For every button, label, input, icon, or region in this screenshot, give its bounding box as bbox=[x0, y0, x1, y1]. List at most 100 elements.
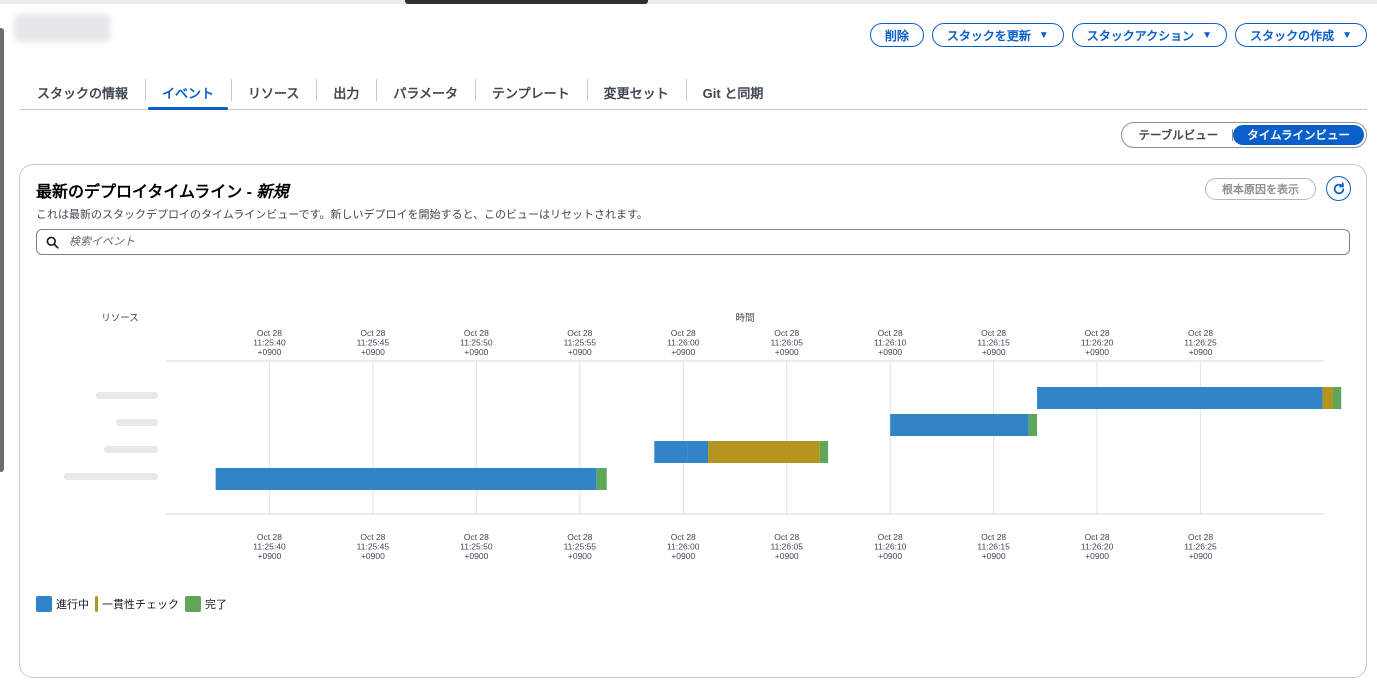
x-tick-label-bottom: Oct 28 bbox=[464, 532, 489, 542]
tab-5[interactable]: テンプレート bbox=[475, 76, 587, 109]
x-tick-label-top: +0900 bbox=[775, 347, 799, 357]
tab-4[interactable]: パラメータ bbox=[376, 76, 475, 109]
x-axis-label: 時間 bbox=[735, 313, 754, 324]
legend-item: 進行中 bbox=[36, 596, 89, 612]
tab-3[interactable]: 出力 bbox=[316, 76, 376, 109]
resource-name-redacted bbox=[116, 419, 158, 426]
x-tick-label-top: +0900 bbox=[1085, 347, 1109, 357]
x-tick-label-bottom: +0900 bbox=[258, 551, 282, 561]
x-tick-label-top: +0900 bbox=[982, 347, 1006, 357]
x-tick-label-top: 11:25:45 bbox=[357, 338, 390, 348]
stack-tabs: スタックの情報 イベント リソース 出力 パラメータ テンプレート 変更セット Git と同期 bbox=[20, 76, 1367, 110]
x-tick-label-top: +0900 bbox=[464, 347, 488, 357]
action-button-2[interactable]: スタックアクション ▼ bbox=[1071, 23, 1228, 47]
tab-6[interactable]: 変更セット bbox=[586, 76, 686, 109]
x-tick-label-top: Oct 28 bbox=[257, 328, 282, 338]
tab-7[interactable]: Git と同期 bbox=[685, 76, 781, 109]
resource-name-redacted bbox=[104, 446, 158, 453]
x-tick-label-bottom: Oct 28 bbox=[878, 532, 903, 542]
x-tick-label-bottom: +0900 bbox=[982, 551, 1006, 561]
x-tick-label-top: Oct 28 bbox=[360, 328, 385, 338]
tab-1[interactable]: イベント bbox=[145, 76, 231, 110]
x-tick-label-bottom: 11:26:20 bbox=[1081, 542, 1114, 552]
x-tick-label-top: 11:25:55 bbox=[564, 338, 597, 348]
action-button-label: スタックの作成 bbox=[1250, 28, 1335, 43]
x-tick-label-bottom: Oct 28 bbox=[567, 532, 592, 542]
action-button-label: スタックを更新 bbox=[946, 28, 1031, 43]
x-tick-label-top: Oct 28 bbox=[567, 328, 592, 338]
x-tick-label-bottom: Oct 28 bbox=[981, 532, 1006, 542]
x-tick-label-top: +0900 bbox=[671, 347, 695, 357]
tab-0[interactable]: スタックの情報 bbox=[20, 76, 145, 109]
timeline-bar-segment bbox=[1332, 387, 1342, 409]
timeline-bar-segment bbox=[890, 414, 1029, 436]
caret-down-icon: ▼ bbox=[1038, 29, 1049, 41]
legend-swatch bbox=[95, 596, 98, 612]
x-tick-label-bottom: 11:25:40 bbox=[253, 542, 286, 552]
x-tick-label-bottom: 11:26:05 bbox=[770, 542, 803, 552]
legend-label: 進行中 bbox=[56, 599, 89, 611]
top-notification-bar bbox=[405, 0, 648, 4]
x-tick-label-top: 11:26:00 bbox=[667, 338, 700, 348]
view-toggle: テーブルビュー タイムラインビュー bbox=[1121, 122, 1367, 148]
chart-legend: 進行中 一貫性チェック 完了 bbox=[36, 596, 233, 612]
resource-name-redacted bbox=[96, 392, 158, 399]
action-button-label: 削除 bbox=[884, 28, 909, 43]
x-tick-label-top: Oct 28 bbox=[1188, 328, 1213, 338]
x-tick-label-bottom: +0900 bbox=[671, 551, 695, 561]
timeline-panel: 最新のデプロイタイムライン - 新規 これは最新のスタックデプロイのタイムライン… bbox=[19, 164, 1367, 678]
x-tick-label-bottom: 11:25:50 bbox=[460, 542, 493, 552]
caret-down-icon: ▼ bbox=[1202, 29, 1213, 41]
x-tick-label-top: +0900 bbox=[258, 347, 282, 357]
x-tick-label-bottom: +0900 bbox=[568, 551, 592, 561]
y-axis-label: リソース bbox=[101, 313, 139, 324]
x-tick-label-bottom: +0900 bbox=[775, 551, 799, 561]
x-tick-label-top: Oct 28 bbox=[1085, 328, 1110, 338]
legend-item: 完了 bbox=[185, 596, 227, 612]
x-tick-label-top: +0900 bbox=[878, 347, 902, 357]
stack-name-redacted bbox=[14, 14, 110, 42]
action-button-1[interactable]: スタックを更新 ▼ bbox=[931, 23, 1064, 47]
x-tick-label-top: +0900 bbox=[1189, 347, 1213, 357]
action-button-label: スタックアクション bbox=[1086, 28, 1195, 43]
action-button-0[interactable]: 削除 bbox=[869, 23, 924, 47]
x-tick-label-top: 11:26:10 bbox=[874, 338, 907, 348]
legend-item: 一貫性チェック bbox=[95, 596, 179, 612]
x-tick-label-bottom: Oct 28 bbox=[360, 532, 385, 542]
timeline-bar-segment bbox=[1322, 387, 1333, 409]
x-tick-label-bottom: +0900 bbox=[1085, 551, 1109, 561]
x-tick-label-top: +0900 bbox=[568, 347, 592, 357]
timeline-bar-segment bbox=[1037, 387, 1323, 409]
x-tick-label-bottom: 11:26:25 bbox=[1184, 542, 1217, 552]
x-tick-label-top: Oct 28 bbox=[774, 328, 799, 338]
timeline-bar-segment bbox=[654, 441, 688, 463]
x-tick-label-bottom: +0900 bbox=[361, 551, 385, 561]
x-tick-label-top: Oct 28 bbox=[981, 328, 1006, 338]
left-scroll-handle[interactable] bbox=[0, 28, 4, 472]
x-tick-label-top: 11:26:20 bbox=[1081, 338, 1114, 348]
x-tick-label-bottom: 11:26:10 bbox=[874, 542, 907, 552]
deploy-timeline-chart: リソース 時間Oct 28Oct 2811:25:4011:25:40+0900+… bbox=[64, 313, 1342, 561]
x-tick-label-bottom: 11:26:15 bbox=[977, 542, 1010, 552]
x-tick-label-bottom: Oct 28 bbox=[1085, 532, 1110, 542]
x-tick-label-bottom: Oct 28 bbox=[774, 532, 799, 542]
legend-label: 完了 bbox=[205, 599, 227, 611]
x-tick-label-top: Oct 28 bbox=[671, 328, 696, 338]
x-tick-label-bottom: 11:26:00 bbox=[667, 542, 700, 552]
view-option-1[interactable]: タイムラインビュー bbox=[1233, 125, 1364, 145]
x-tick-label-bottom: 11:25:55 bbox=[564, 542, 597, 552]
x-tick-label-bottom: +0900 bbox=[1189, 551, 1213, 561]
legend-label: 一貫性チェック bbox=[102, 599, 179, 611]
header-actions: 削除 スタックを更新 ▼ スタックアクション ▼ スタックの作成 ▼ bbox=[869, 23, 1367, 47]
x-tick-label-top: Oct 28 bbox=[464, 328, 489, 338]
x-tick-label-top: +0900 bbox=[361, 347, 385, 357]
view-option-0[interactable]: テーブルビュー bbox=[1124, 125, 1232, 145]
x-tick-label-top: 11:26:25 bbox=[1184, 338, 1217, 348]
x-tick-label-bottom: Oct 28 bbox=[1188, 532, 1213, 542]
timeline-bar-segment bbox=[215, 468, 597, 490]
timeline-bar-segment bbox=[1028, 414, 1038, 436]
browser-top-strip bbox=[0, 0, 1377, 4]
legend-swatch bbox=[36, 596, 52, 612]
action-button-3[interactable]: スタックの作成 ▼ bbox=[1235, 23, 1367, 47]
tab-2[interactable]: リソース bbox=[231, 76, 316, 109]
